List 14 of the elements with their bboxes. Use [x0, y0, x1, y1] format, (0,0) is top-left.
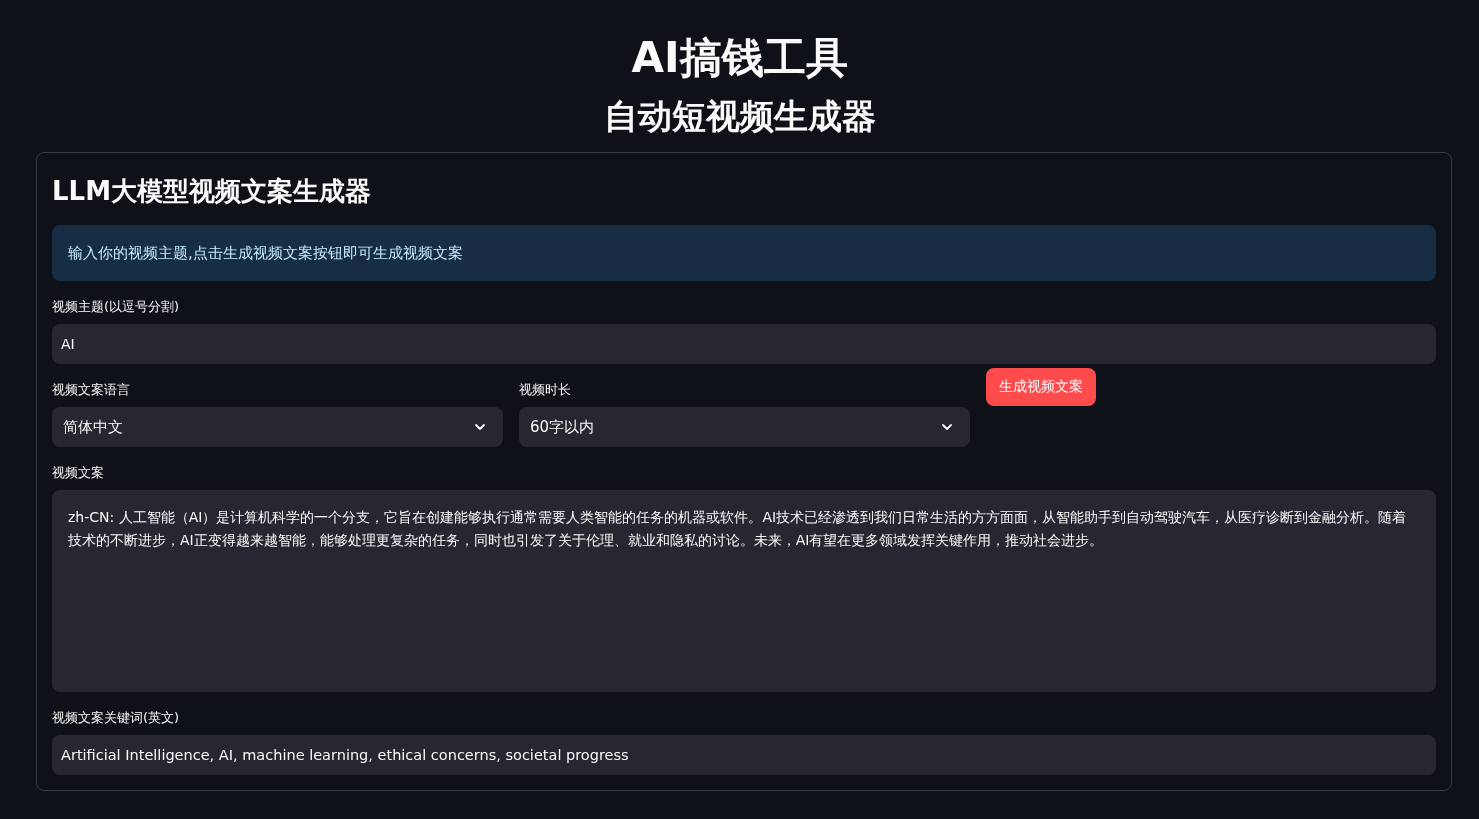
section-heading: LLM大模型视频文案生成器	[52, 175, 372, 208]
script-text-area[interactable]: zh-CN: 人工智能（AI）是计算机科学的一个分支，它旨在创建能够执行通常需要人类智能的任务的机器或软件。AI技术已经渗透到我们日常生活的方方面面，从智能助手到自动驾驶汽车，从医疗诊断到金融分析。随着技术的不断进步，AI正变得越来越智能，能够处理更复杂的任务，同时也引发了关于伦理、就业和隐私的讨论。未来，AI有望在更多领域发挥关键作用，推动社会进步。	[52, 490, 1436, 692]
duration-dropdown[interactable]: 60字以内	[519, 407, 970, 447]
field-label: 视频主题(以逗号分割)	[52, 299, 180, 315]
field-label: 视频时长	[519, 382, 571, 398]
info-banner: 输入你的视频主题,点击生成视频文案按钮即可生成视频文案	[52, 225, 1436, 281]
keywords-input-field[interactable]: Artificial Intelligence, AI, machine learning, ethical concerns, societal progress	[52, 735, 1436, 775]
page-subtitle: 自动短视频生成器	[603, 95, 876, 138]
field-label: 视频文案关键词(英文)	[52, 710, 180, 726]
field-label: 视频文案语言	[52, 382, 130, 398]
page-title: AI搞钱工具	[631, 32, 848, 84]
field-label: 视频文案	[52, 465, 104, 481]
topic-input-field[interactable]: AI	[52, 324, 1436, 364]
language-dropdown[interactable]: 简体中文	[52, 407, 503, 447]
